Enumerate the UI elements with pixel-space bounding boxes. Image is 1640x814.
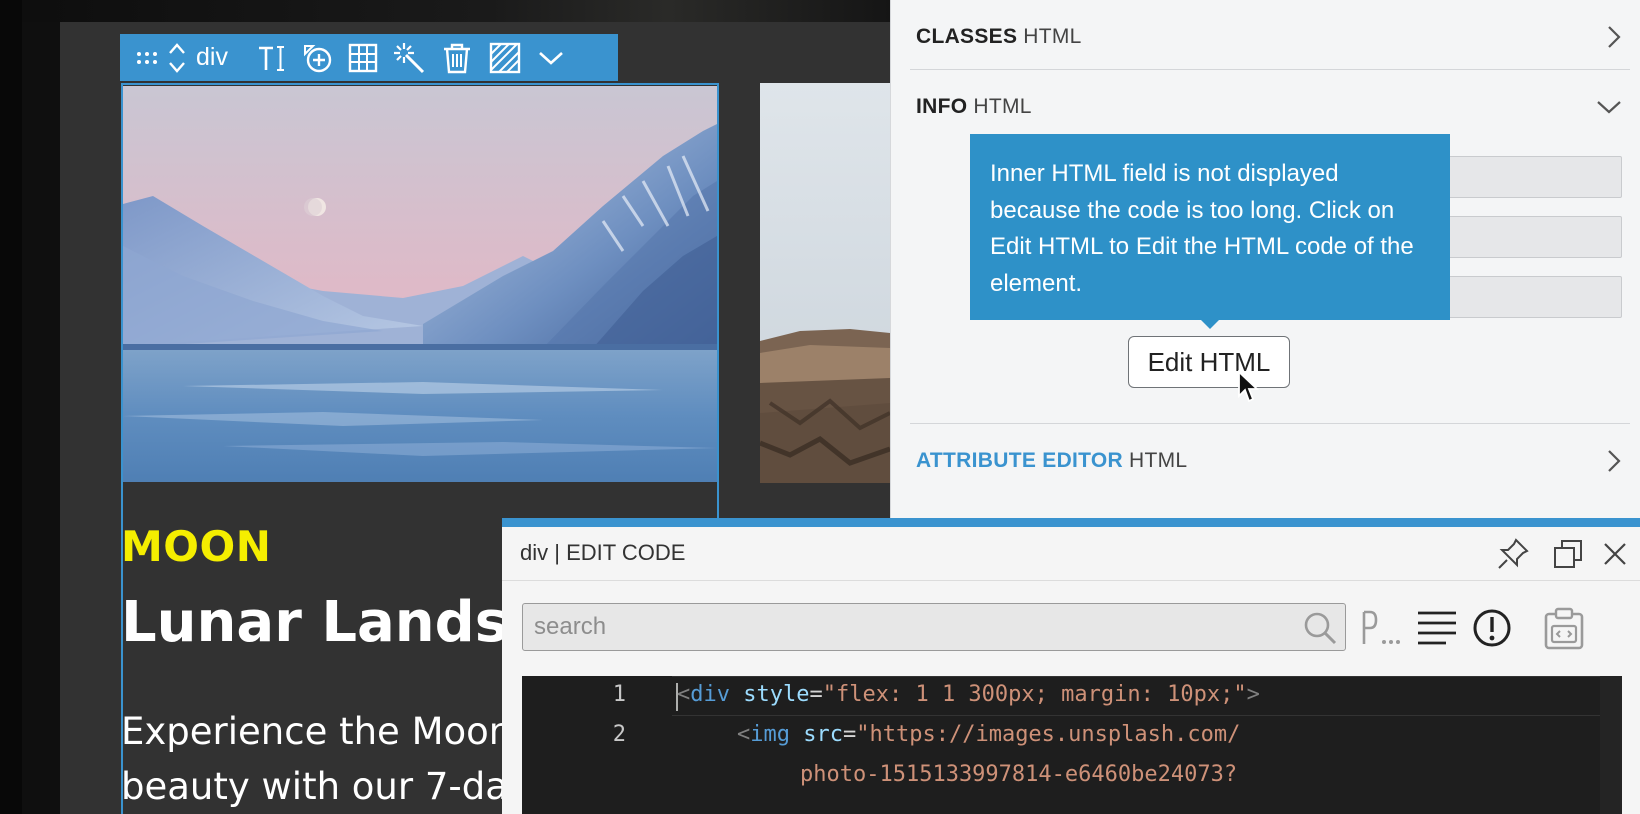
close-icon[interactable] [1603,542,1627,566]
line-number: 2 [612,722,626,747]
edit-html-button[interactable]: Edit HTML [1128,336,1290,388]
code-scrollbar[interactable] [1600,676,1622,814]
code-line-1: <div style="flex: 1 1 300px; margin: 10p… [677,682,1260,707]
section-attribute-editor-title: ATTRIBUTE EDITOR [916,449,1124,472]
chevron-down-icon[interactable] [528,34,574,81]
editor-title-divider [502,580,1640,581]
section-classes-type: HTML [1023,25,1082,48]
section-divider [910,423,1630,424]
section-divider [910,69,1630,70]
search-icon[interactable] [1302,610,1338,646]
section-attribute-editor[interactable]: ATTRIBUTE EDITOR HTML [916,446,1622,476]
editor-title: div | EDIT CODE [520,540,686,565]
line-number: 1 [612,682,626,707]
section-classes-title: CLASSES [916,25,1018,48]
text-icon[interactable] [248,34,294,81]
warning-icon[interactable] [1472,608,1512,648]
canvas-top-strip [0,0,890,22]
section-classes[interactable]: CLASSES HTML [916,22,1622,52]
trash-icon[interactable] [432,34,482,81]
code-search-input[interactable] [534,607,1294,647]
chevron-right-icon[interactable] [1606,24,1622,50]
pin-icon[interactable] [1496,537,1530,571]
tooltip-arrow [1200,319,1220,329]
canvas-edge [0,0,22,814]
app-window: { "toolbar": { "tag_label": "div", "icon… [0,0,1640,814]
maximize-icon[interactable] [1553,539,1583,569]
chevron-down-icon[interactable] [1596,99,1622,115]
code-editor[interactable]: 1 2 <div style="flex: 1 1 300px; margin:… [522,676,1622,814]
move-up-down-icon[interactable] [162,34,192,81]
drag-handle-icon[interactable] [134,34,162,81]
chevron-right-icon[interactable] [1606,448,1622,474]
add-element-icon[interactable] [294,34,340,81]
code-line-2: <img src="https://images.unsplash.com/ [737,722,1241,747]
grid-icon[interactable] [340,34,386,81]
element-tag-label: div [196,43,228,71]
mouse-cursor-icon [1238,370,1260,403]
format-lines-icon[interactable] [1416,610,1458,646]
hatch-pattern-icon[interactable] [482,34,528,81]
section-attribute-editor-type: HTML [1129,449,1188,472]
section-info-type: HTML [973,95,1032,118]
card-description-line-2[interactable]: beauty with our 7-day [121,765,530,808]
magic-wand-icon[interactable] [386,34,432,81]
card-kicker[interactable]: MOON [121,522,271,571]
card-description[interactable]: Experience the Moon's [121,710,542,753]
element-toolbar: div [120,34,618,81]
truncate-paragraph-icon[interactable] [1360,608,1402,648]
section-info-title: INFO [916,95,968,118]
card-image-second[interactable] [760,83,890,483]
inner-html-tooltip: Inner HTML field is not displayed becaus… [970,134,1450,320]
code-line-2-wrap: photo-1515133997814-e6460be24073? [800,762,1238,787]
section-info[interactable]: INFO HTML [916,92,1622,122]
clipboard-code-icon[interactable] [1542,606,1586,650]
